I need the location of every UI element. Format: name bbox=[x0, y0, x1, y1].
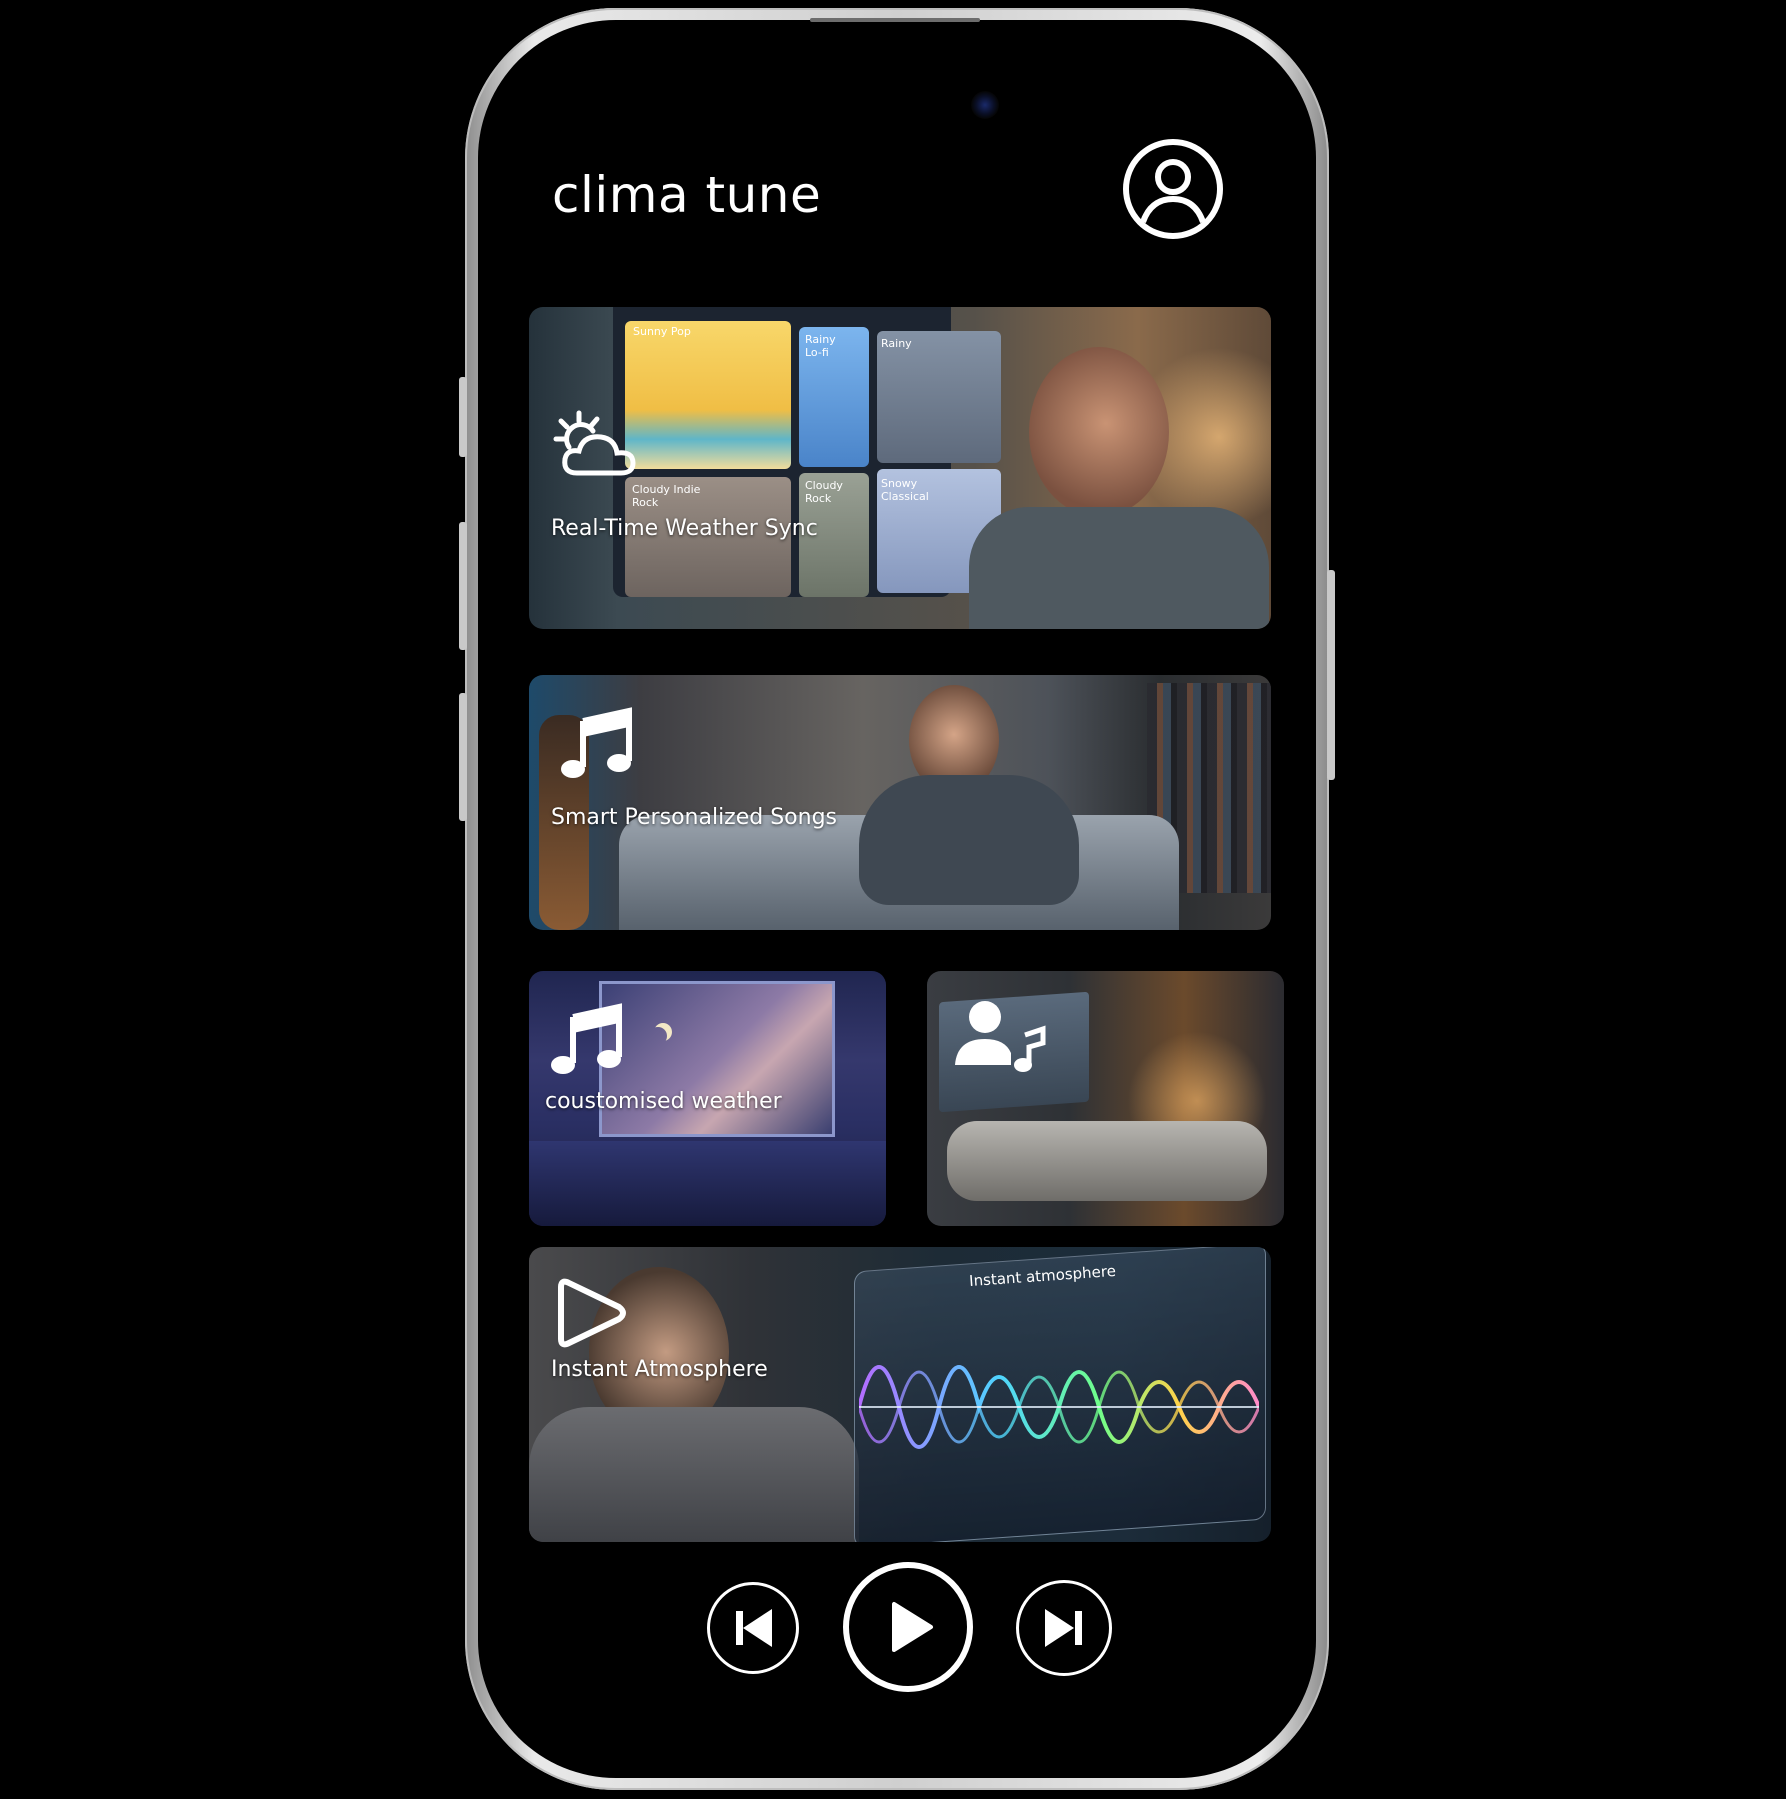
sun-cloud-icon bbox=[553, 410, 636, 476]
power-button bbox=[1327, 570, 1335, 780]
play-outline-icon bbox=[558, 1278, 626, 1348]
app-title: clima tune bbox=[552, 166, 822, 224]
earpiece bbox=[810, 18, 980, 22]
tile-label: Snowy Classical bbox=[881, 477, 929, 503]
tile-sunny-pop bbox=[625, 321, 791, 469]
music-note-icon bbox=[551, 1003, 622, 1074]
user-music-icon bbox=[955, 1001, 1046, 1072]
bed-night bbox=[529, 1141, 886, 1226]
volume-up-button bbox=[459, 522, 467, 650]
card-label: Instant Atmosphere bbox=[551, 1357, 768, 1382]
card-weather-sync[interactable]: Sunny Pop Rainy Lo-fi Rainy Cloudy Indie… bbox=[529, 307, 1271, 629]
tile-label: Sunny Pop bbox=[633, 325, 691, 338]
woman-body bbox=[859, 775, 1079, 905]
tile-label: Cloudy Indie Rock bbox=[632, 483, 701, 509]
next-button[interactable] bbox=[1016, 1580, 1112, 1676]
card-label: coustomised weather bbox=[545, 1089, 782, 1114]
bed-room bbox=[947, 1121, 1267, 1201]
previous-button[interactable] bbox=[707, 1582, 799, 1674]
music-note-icon bbox=[561, 707, 632, 778]
play-icon bbox=[892, 1602, 933, 1652]
skip-forward-icon bbox=[1045, 1609, 1082, 1647]
card-label: Smart Personalized Songs bbox=[551, 805, 838, 830]
play-button[interactable] bbox=[843, 1562, 973, 1692]
teen-body bbox=[529, 1407, 859, 1542]
tile-label: Cloudy Rock bbox=[805, 479, 843, 505]
card-instant-atmosphere[interactable]: Instant atmosphere Instant Atmosphere bbox=[529, 1247, 1271, 1542]
user-circle-icon bbox=[1123, 139, 1223, 239]
action-button bbox=[459, 377, 467, 457]
listener-figure bbox=[1029, 347, 1169, 517]
card-customised-weather[interactable]: coustomised weather bbox=[529, 971, 886, 1226]
tile-rainy bbox=[877, 331, 1001, 463]
profile-button[interactable] bbox=[1121, 137, 1225, 241]
moon bbox=[649, 1027, 667, 1045]
skip-back-icon bbox=[736, 1609, 772, 1647]
tile-label: Rainy Lo-fi bbox=[805, 333, 836, 359]
tile-label: Rainy bbox=[881, 337, 912, 350]
card-user-music[interactable] bbox=[927, 971, 1284, 1226]
sound-wave bbox=[859, 1365, 1259, 1449]
card-label: Real-Time Weather Sync bbox=[551, 516, 818, 541]
volume-down-button bbox=[459, 693, 467, 821]
listener-body bbox=[969, 507, 1269, 629]
card-personalized-songs[interactable]: Smart Personalized Songs bbox=[529, 675, 1271, 930]
front-camera bbox=[971, 91, 999, 119]
